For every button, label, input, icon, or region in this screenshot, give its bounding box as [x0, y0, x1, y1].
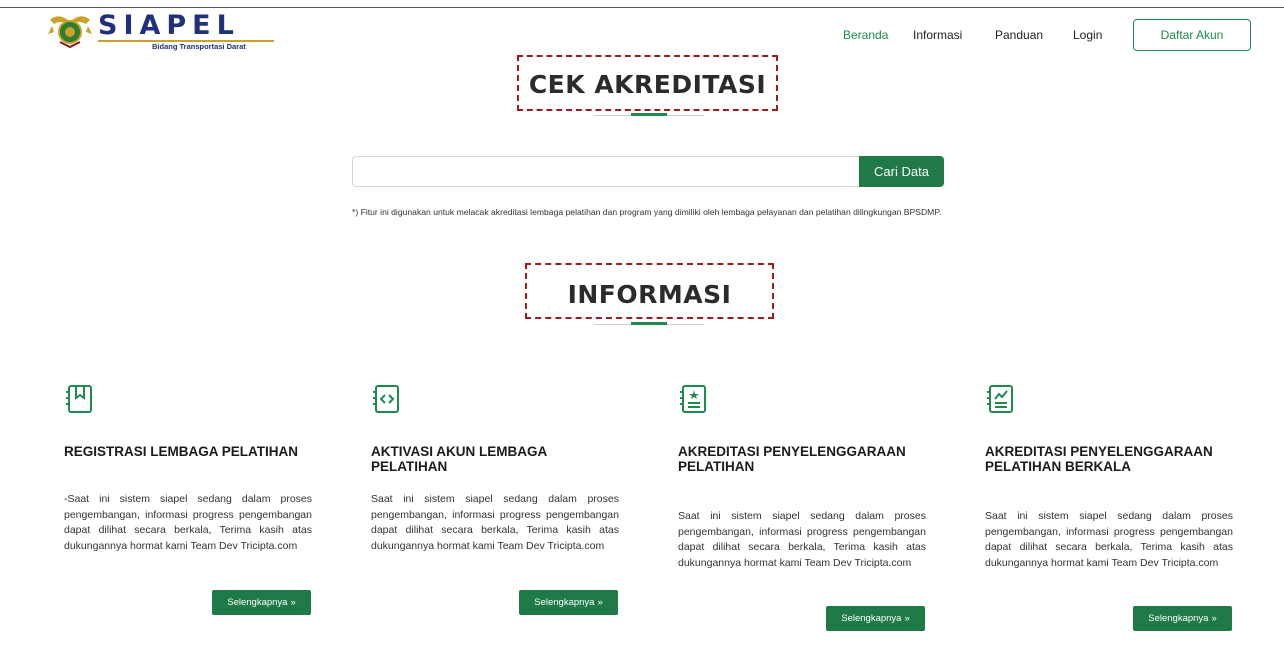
double-chevron-right-icon: » — [290, 597, 296, 608]
read-more-label: Selengkapnya — [534, 597, 595, 608]
register-button[interactable]: Daftar Akun — [1133, 19, 1251, 51]
title-underline-accent — [631, 113, 667, 116]
book-icon — [66, 385, 92, 413]
card-description: Saat ini sistem siapel sedang dalam pros… — [678, 510, 926, 569]
read-more-label: Selengkapnya — [227, 597, 288, 608]
read-more-label: Selengkapnya — [841, 613, 902, 624]
nav-informasi[interactable]: Informasi — [913, 28, 962, 42]
star-list-icon — [680, 385, 706, 413]
double-chevron-right-icon: » — [1211, 613, 1217, 624]
card-title: AKREDITASI PENYELENGGARAAN PELATIHAN — [678, 444, 906, 474]
emblem-icon — [48, 16, 92, 48]
search-button[interactable]: Cari Data — [859, 156, 944, 187]
read-more-button[interactable]: Selengkapnya » — [212, 590, 311, 615]
read-more-button[interactable]: Selengkapnya » — [1133, 606, 1232, 631]
card-title: REGISTRASI LEMBAGA PELATIHAN — [64, 444, 299, 459]
title-underline-accent — [631, 322, 667, 325]
card-title: AKTIVASI AKUN LEMBAGA PELATIHAN — [371, 444, 547, 474]
card-description: -Saat ini sistem siapel sedang dalam pro… — [64, 493, 312, 552]
code-icon — [373, 385, 399, 413]
informasi-title: INFORMASI — [567, 280, 732, 309]
card-description: Saat ini sistem siapel sedang dalam pros… — [985, 510, 1233, 569]
cek-akreditasi-title: CEK AKREDITASI — [528, 70, 767, 99]
chart-list-icon — [987, 385, 1013, 413]
nav-beranda[interactable]: Beranda — [843, 28, 888, 42]
nav-panduan[interactable]: Panduan — [995, 28, 1043, 42]
read-more-button[interactable]: Selengkapnya » — [519, 590, 618, 615]
logo-wordmark: SIAPEL — [98, 10, 240, 41]
read-more-button[interactable]: Selengkapnya » — [826, 606, 925, 631]
double-chevron-right-icon: » — [597, 597, 603, 608]
nav-login[interactable]: Login — [1073, 28, 1102, 42]
double-chevron-right-icon: » — [904, 613, 910, 624]
search-note: *) Fitur ini digunakan untuk melacak akr… — [352, 207, 942, 217]
card-description: Saat ini sistem siapel sedang dalam pros… — [371, 493, 619, 552]
top-divider — [0, 7, 1284, 8]
akreditasi-search-input[interactable] — [352, 156, 860, 187]
site-logo[interactable]: SIAPEL Bidang Transportasi Darat — [46, 10, 274, 51]
logo-subtitle: Bidang Transportasi Darat — [152, 42, 246, 51]
read-more-label: Selengkapnya — [1148, 613, 1209, 624]
card-title: AKREDITASI PENYELENGGARAAN PELATIHAN BER… — [985, 444, 1213, 474]
